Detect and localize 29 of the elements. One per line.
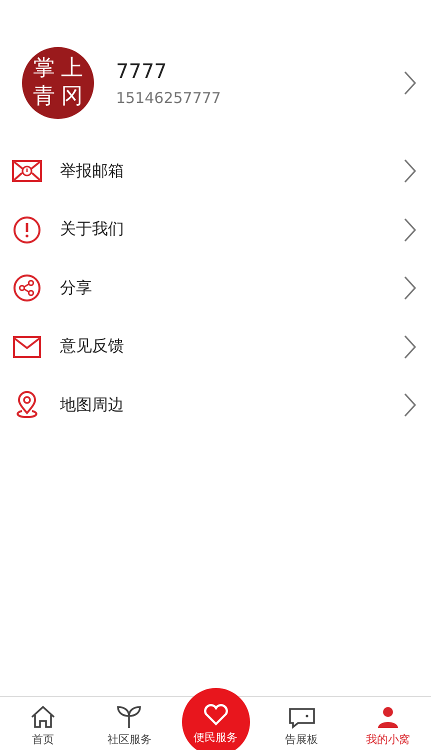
chevron-right-icon <box>403 392 417 418</box>
menu-item[interactable]: 举报邮箱 <box>0 142 431 200</box>
tab[interactable]: 告展板 <box>258 697 345 750</box>
user-name: 7777 <box>116 59 168 83</box>
chat-bubble-icon <box>288 707 316 729</box>
tab[interactable]: 社区服务 <box>86 697 172 750</box>
share-icon <box>13 274 41 302</box>
chevron-right-icon <box>403 216 417 243</box>
tab[interactable]: 首页 <box>0 697 86 750</box>
tab[interactable]: 我的小窝 <box>344 697 431 750</box>
envelope-icon <box>12 160 42 182</box>
home-icon <box>30 705 56 729</box>
sprout-icon <box>116 705 142 729</box>
exclamation-circle-icon <box>13 216 41 244</box>
chevron-right-icon <box>403 275 417 302</box>
avatar-logo: 掌 上 青 冈 <box>22 47 94 119</box>
chevron-right-icon <box>403 70 417 96</box>
center-tab-button[interactable]: 便民服务 <box>182 688 250 750</box>
location-pin-icon <box>14 391 40 420</box>
person-icon <box>376 705 400 729</box>
menu-item[interactable]: 地图周边 <box>0 376 431 434</box>
chevron-right-icon <box>403 334 417 360</box>
heart-icon <box>202 704 228 726</box>
menu-item[interactable]: 关于我们 <box>0 200 431 259</box>
menu-item[interactable]: 意见反馈 <box>0 318 431 376</box>
envelope-icon <box>13 336 41 358</box>
phone-number: 15146257777 <box>116 89 222 107</box>
chevron-right-icon <box>403 158 417 184</box>
menu-item[interactable]: 分享 <box>0 259 431 318</box>
